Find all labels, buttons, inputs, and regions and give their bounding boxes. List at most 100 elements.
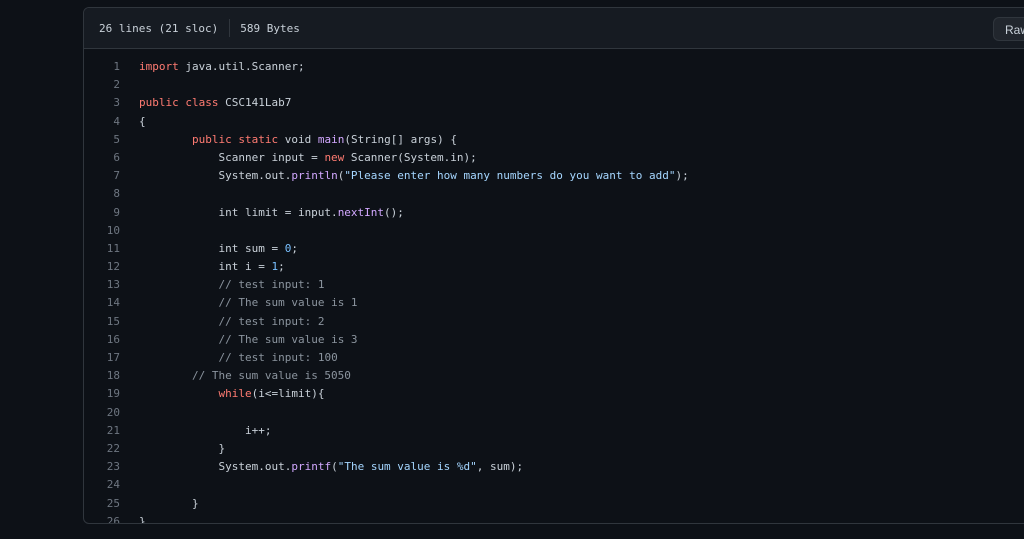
code-line: 5 public static void main(String[] args)… bbox=[84, 131, 1024, 149]
line-number[interactable]: 25 bbox=[107, 495, 120, 513]
line-content: System.out.printf("The sum value is %d",… bbox=[139, 458, 523, 476]
raw-button[interactable]: Raw bbox=[993, 17, 1024, 41]
line-content: } bbox=[139, 513, 146, 524]
line-number[interactable]: 15 bbox=[107, 313, 120, 331]
code-token: int i = bbox=[139, 260, 272, 274]
line-number[interactable]: 5 bbox=[113, 131, 120, 149]
code-token: i++; bbox=[139, 423, 272, 437]
code-token: public bbox=[191, 132, 232, 146]
code-token: // test input: 1 bbox=[218, 278, 325, 292]
line-number[interactable]: 9 bbox=[113, 204, 120, 222]
code-line: 17 // test input: 100 bbox=[84, 349, 1024, 367]
code-token: (String[] args) { bbox=[344, 132, 457, 146]
line-number[interactable]: 24 bbox=[107, 476, 120, 494]
code-line: 1 import java.util.Scanner; bbox=[84, 58, 1024, 76]
code-body: 1 import java.util.Scanner; 2 3 public class… bbox=[84, 58, 1024, 524]
line-content: public class CSC141Lab7 bbox=[139, 94, 291, 112]
line-content: System.out.println("Please enter how man… bbox=[139, 167, 688, 185]
line-content: while(i<=limit){ bbox=[139, 385, 324, 403]
line-content: Scanner input = new Scanner(System.in); bbox=[139, 149, 477, 167]
code-line: 20 bbox=[84, 404, 1024, 422]
code-token: (i<=limit){ bbox=[251, 387, 325, 401]
line-content: import java.util.Scanner; bbox=[139, 58, 305, 76]
code-token: void bbox=[278, 132, 318, 146]
line-number[interactable]: 3 bbox=[113, 94, 120, 112]
code-token: public bbox=[139, 96, 179, 110]
code-token: "Please enter how many numbers do you wa… bbox=[344, 169, 676, 183]
code-token: int sum = bbox=[139, 241, 285, 255]
code-token: ( bbox=[331, 460, 338, 474]
line-number[interactable]: 11 bbox=[107, 240, 120, 258]
code-line: 7 System.out.println("Please enter how m… bbox=[84, 167, 1024, 185]
code-line: 15 // test input: 2 bbox=[84, 313, 1024, 331]
line-number[interactable]: 12 bbox=[107, 258, 120, 276]
line-content: int sum = 0; bbox=[139, 240, 298, 258]
line-number[interactable]: 1 bbox=[113, 58, 120, 76]
code-line: 14 // The sum value is 1 bbox=[84, 294, 1024, 312]
file-header: 26 lines (21 sloc) 589 Bytes Raw bbox=[84, 8, 1024, 49]
line-number[interactable]: 14 bbox=[107, 294, 120, 312]
code-line: 9 int limit = input.nextInt(); bbox=[84, 204, 1024, 222]
line-number[interactable]: 17 bbox=[107, 349, 120, 367]
line-number[interactable]: 2 bbox=[113, 76, 120, 94]
code-token: CSC141Lab7 bbox=[218, 96, 292, 110]
line-number[interactable]: 22 bbox=[107, 440, 120, 458]
line-content: public static void main(String[] args) { bbox=[139, 131, 457, 149]
line-number[interactable]: 23 bbox=[107, 458, 120, 476]
code-token: } bbox=[139, 514, 146, 524]
code-token: java.util.Scanner; bbox=[178, 60, 305, 73]
code-token: } bbox=[139, 441, 226, 455]
code-token: ; bbox=[291, 241, 298, 255]
code-line: 19 while(i<=limit){ bbox=[84, 385, 1024, 403]
file-info: 26 lines (21 sloc) 589 Bytes bbox=[99, 8, 300, 48]
code-token: , sum); bbox=[476, 460, 524, 474]
code-token: // The sum value is 5050 bbox=[191, 369, 351, 383]
line-number[interactable]: 7 bbox=[113, 167, 120, 185]
code-token: } bbox=[139, 496, 199, 510]
code-token: System.out. bbox=[139, 169, 292, 183]
line-content: int limit = input.nextInt(); bbox=[139, 204, 404, 222]
line-content: // test input: 100 bbox=[139, 349, 338, 367]
code-line: 10 bbox=[84, 222, 1024, 240]
line-number[interactable]: 21 bbox=[107, 422, 120, 440]
line-content: i++; bbox=[139, 422, 272, 440]
line-content: } bbox=[139, 495, 199, 513]
code-line: 16 // The sum value is 3 bbox=[84, 331, 1024, 349]
line-number[interactable]: 26 bbox=[107, 513, 120, 523]
code-line: 25 } bbox=[84, 495, 1024, 513]
code-token: class bbox=[185, 96, 219, 110]
code-line: 8 bbox=[84, 185, 1024, 203]
code-line: 4{ bbox=[84, 113, 1024, 131]
line-number[interactable]: 8 bbox=[113, 185, 120, 203]
line-number[interactable]: 4 bbox=[113, 113, 120, 131]
code-token: Scanner(System.in); bbox=[344, 150, 477, 164]
line-number[interactable]: 19 bbox=[107, 385, 120, 403]
line-number[interactable]: 6 bbox=[113, 149, 120, 167]
code-line: 6 Scanner input = new Scanner(System.in)… bbox=[84, 149, 1024, 167]
file-viewer: 26 lines (21 sloc) 589 Bytes Raw 1 import… bbox=[83, 7, 1024, 524]
code-line: 13 // test input: 1 bbox=[84, 276, 1024, 294]
code-line: 2 bbox=[84, 76, 1024, 94]
code-token: // test input: 100 bbox=[218, 351, 338, 364]
code-token: ; bbox=[278, 260, 285, 274]
line-number[interactable]: 18 bbox=[107, 367, 120, 385]
code-token: printf bbox=[291, 460, 332, 474]
code-line: 24 bbox=[84, 476, 1024, 494]
line-content: { bbox=[139, 113, 146, 131]
line-number[interactable]: 20 bbox=[107, 404, 120, 422]
code-token: import bbox=[139, 60, 179, 73]
line-content: // test input: 1 bbox=[139, 276, 324, 294]
divider bbox=[229, 19, 231, 37]
line-number[interactable]: 13 bbox=[107, 276, 120, 294]
code-token: int limit = input. bbox=[139, 205, 338, 219]
code-token: (); bbox=[384, 205, 404, 219]
line-number[interactable]: 10 bbox=[107, 222, 120, 240]
code-line: 12 int i = 1; bbox=[84, 258, 1024, 276]
line-number[interactable]: 16 bbox=[107, 331, 120, 349]
code-token: Scanner input = bbox=[139, 150, 325, 164]
code-token: // The sum value is 3 bbox=[218, 332, 358, 346]
